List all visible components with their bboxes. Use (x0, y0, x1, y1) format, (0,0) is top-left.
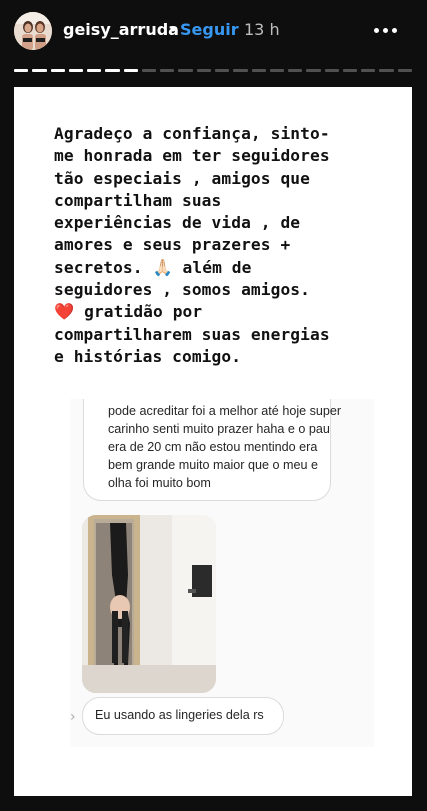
reply-text: Eu usando as lingeries dela rs (95, 708, 264, 722)
progress-segment (269, 69, 285, 72)
progress-segment (306, 69, 321, 72)
message-text: pode acreditar foi a melhor até hoje sup… (108, 404, 342, 490)
story-header: geisy_arruda • Seguir 13 h (0, 0, 427, 62)
progress-segment (105, 69, 120, 72)
progress-segment (14, 69, 29, 72)
follow-button[interactable]: Seguir (180, 20, 239, 39)
progress-segment (233, 69, 248, 72)
progress-segment (32, 69, 47, 72)
username[interactable]: geisy_arruda (63, 20, 179, 39)
progress-segment (379, 69, 394, 72)
chevron-right-icon: › (70, 709, 76, 725)
photo-image-icon (82, 515, 216, 693)
chat-screenshot: pode acreditar foi a melhor até hoje sup… (70, 399, 374, 747)
avatar-image-icon (14, 12, 52, 50)
progress-segment (251, 69, 266, 72)
message-bubble: pode acreditar foi a melhor até hoje sup… (83, 399, 341, 501)
progress-segment (178, 69, 193, 72)
progress-segment (123, 69, 138, 72)
progress-segment (288, 69, 303, 72)
progress-segment (215, 69, 230, 72)
profile-avatar[interactable] (14, 12, 52, 50)
reply-bubble: Eu usando as lingeries dela rs (82, 697, 284, 735)
progress-segment (342, 69, 358, 72)
more-options-icon[interactable] (366, 18, 406, 42)
story-progress-bar (14, 69, 412, 72)
progress-segment (324, 69, 339, 72)
progress-segment (361, 69, 376, 72)
progress-segment (196, 69, 211, 72)
progress-segment (160, 69, 175, 72)
mirror-selfie-photo (82, 515, 216, 693)
progress-segment (68, 69, 84, 72)
progress-segment (397, 69, 412, 72)
post-time: 13 h (244, 20, 280, 39)
story-caption: Agradeço a confiança, sinto- me honrada … (54, 124, 330, 366)
progress-segment (50, 69, 65, 72)
story-content[interactable]: Agradeço a confiança, sinto- me honrada … (14, 87, 412, 796)
separator-dot: • (168, 20, 178, 39)
progress-segment (87, 69, 102, 72)
progress-segment (141, 69, 157, 72)
